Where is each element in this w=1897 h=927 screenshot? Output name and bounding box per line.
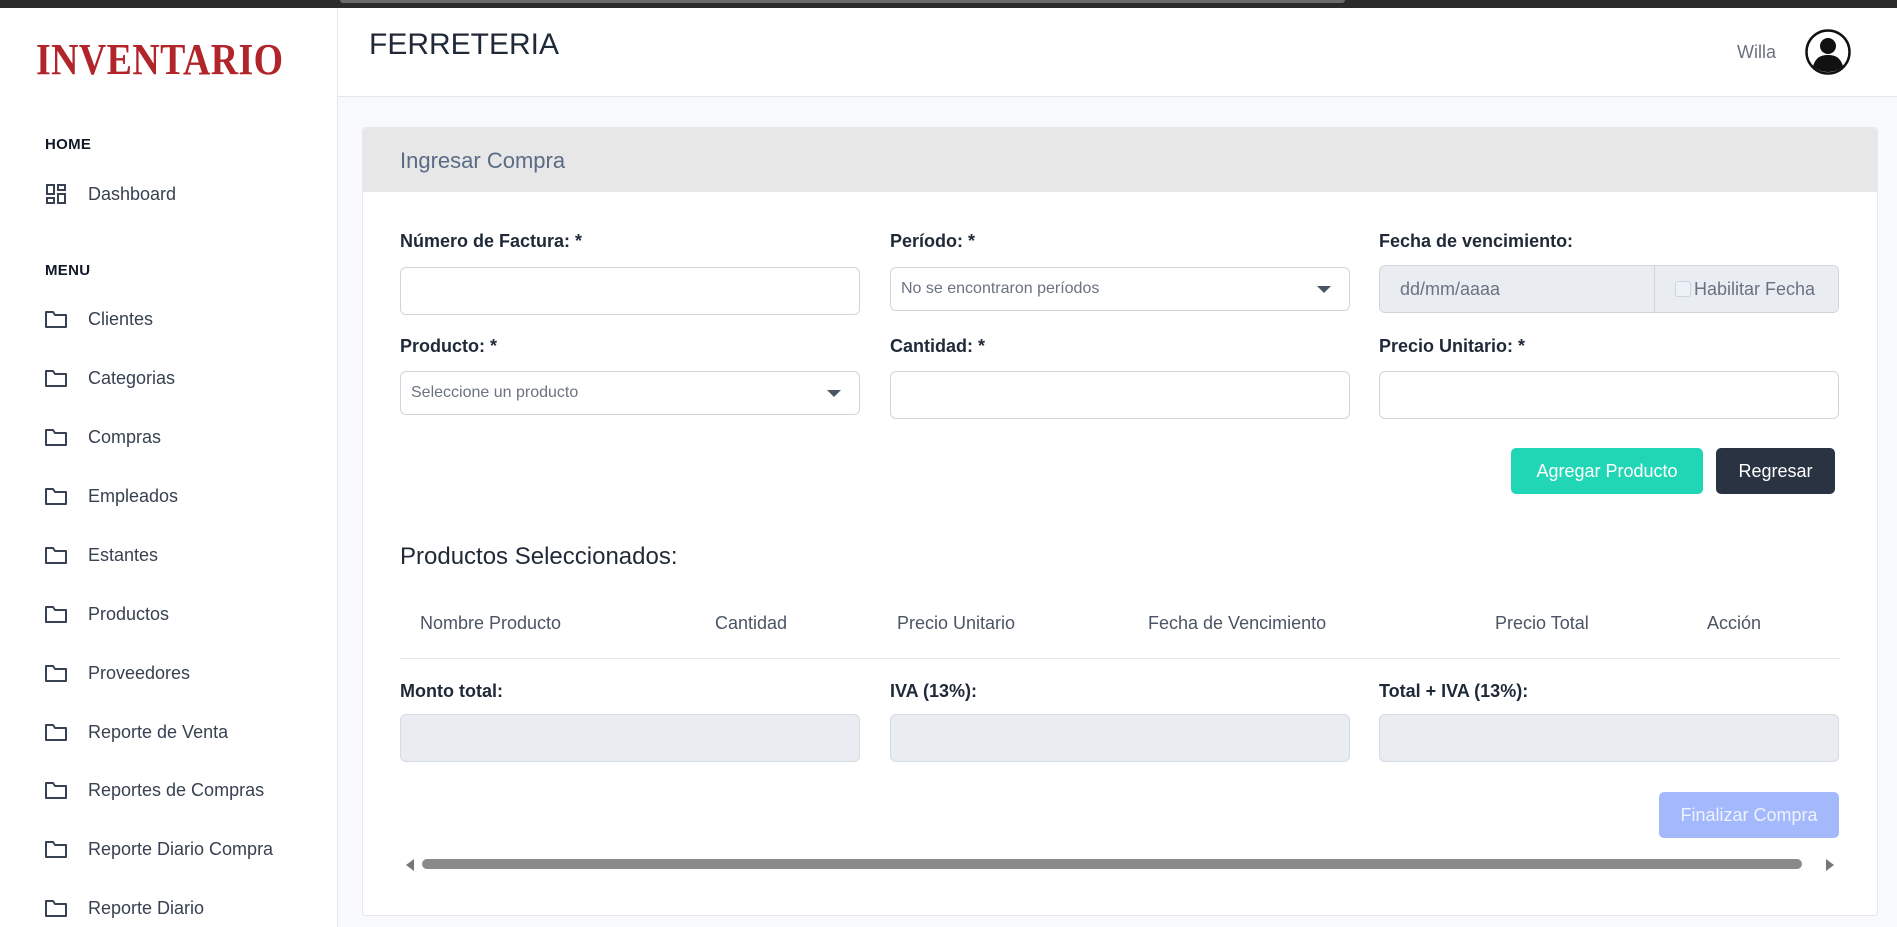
enable-date-toggle[interactable]: Habilitar Fecha [1655,266,1838,312]
user-name[interactable]: Willa [1737,42,1776,63]
folder-icon [44,426,68,448]
unit-price-label: Precio Unitario: * [1379,336,1526,356]
unit-price-input[interactable] [1379,371,1839,419]
column-header-total-price: Precio Total [1495,613,1589,633]
invoice-number-label: Número de Factura: * [400,231,583,251]
sidebar-section-menu: MENU [45,262,91,279]
quantity-input[interactable] [890,371,1350,419]
expiry-date-input[interactable]: dd/mm/aaaa [1380,266,1655,312]
period-label: Período: * [890,231,976,251]
window-top-bar-highlight [340,0,1345,3]
folder-icon [44,485,68,507]
sidebar-item-label: Categorias [88,367,176,388]
folder-icon [44,544,68,566]
column-header-quantity: Cantidad [715,613,788,633]
chevron-down-icon [1317,285,1331,293]
folder-icon [44,897,68,919]
card-header: Ingresar Compra [363,128,1877,192]
table-header-divider [400,658,1840,659]
total-with-iva-field [1379,714,1839,762]
window-top-bar [0,0,1897,8]
scrollbar-thumb[interactable] [422,859,1802,869]
finish-purchase-button[interactable]: Finalizar Compra [1659,792,1839,838]
sidebar-item-label: Dashboard [88,183,177,204]
sidebar-item-reporte-diario-compra[interactable]: Reporte Diario Compra [44,831,314,867]
sidebar: INVENTARIO HOME Dashboard MENU Clientes … [0,8,338,927]
column-header-action: Acción [1707,613,1762,633]
sidebar-item-categorias[interactable]: Categorias [44,360,314,396]
back-button[interactable]: Regresar [1716,448,1835,494]
avatar[interactable] [1805,29,1851,75]
add-product-button[interactable]: Agregar Producto [1511,448,1703,494]
sidebar-item-proveedores[interactable]: Proveedores [44,655,314,691]
folder-icon [44,779,68,801]
sidebar-item-label: Empleados [88,485,179,506]
product-selected-value: Seleccione un producto [411,384,579,401]
period-select[interactable]: No se encontraron períodos [890,267,1350,311]
folder-icon [44,367,68,389]
total-amount-field [400,714,860,762]
expiry-date-label: Fecha de vencimiento: [1379,231,1574,251]
sidebar-item-label: Reporte Diario Compra [88,838,274,859]
chevron-down-icon [827,389,841,397]
column-header-unit-price: Precio Unitario [897,613,1016,633]
sidebar-item-label: Reportes de Compras [88,779,265,800]
iva-label: IVA (13%): [890,681,978,701]
sidebar-item-label: Proveedores [88,662,191,683]
sidebar-item-label: Estantes [88,544,159,565]
folder-icon [44,603,68,625]
total-amount-label: Monto total: [400,681,503,701]
sidebar-item-reportes-de-compras[interactable]: Reportes de Compras [44,772,314,808]
folder-icon [44,308,68,330]
period-selected-value: No se encontraron períodos [901,280,1100,297]
enable-date-checkbox[interactable] [1675,281,1691,297]
sidebar-item-clientes[interactable]: Clientes [44,301,314,337]
sidebar-item-label: Clientes [88,308,154,329]
scroll-right-icon[interactable] [1826,859,1834,871]
app-logo[interactable]: INVENTARIO [36,34,283,85]
column-header-product-name: Nombre Producto [420,613,562,633]
top-header: FERRETERIA Willa [338,8,1897,97]
product-select[interactable]: Seleccione un producto [400,371,860,415]
sidebar-item-reporte-diario[interactable]: Reporte Diario [44,890,314,926]
invoice-number-input[interactable] [400,267,860,315]
expiry-date-group: dd/mm/aaaa Habilitar Fecha [1379,265,1839,313]
quantity-label: Cantidad: * [890,336,986,356]
column-header-expiry-date: Fecha de Vencimiento [1148,613,1327,633]
sidebar-item-label: Reporte de Venta [88,721,229,742]
sidebar-item-label: Reporte Diario [88,897,205,918]
dashboard-icon [44,183,68,205]
sidebar-item-label: Compras [88,426,162,447]
sidebar-item-empleados[interactable]: Empleados [44,478,314,514]
sidebar-item-label: Productos [88,603,170,624]
sidebar-item-estantes[interactable]: Estantes [44,537,314,573]
sidebar-item-reporte-de-venta[interactable]: Reporte de Venta [44,714,314,750]
sidebar-item-compras[interactable]: Compras [44,419,314,455]
purchase-card: Ingresar Compra Número de Factura: * Per… [362,127,1878,916]
page-title: FERRETERIA [369,28,560,61]
horizontal-scrollbar[interactable] [400,855,1840,873]
sidebar-item-productos[interactable]: Productos [44,596,314,632]
scroll-left-icon[interactable] [406,859,414,871]
iva-field [890,714,1350,762]
card-title: Ingresar Compra [400,148,566,173]
enable-date-label: Habilitar Fecha [1694,278,1816,299]
sidebar-section-home: HOME [45,136,92,153]
folder-icon [44,662,68,684]
product-label: Producto: * [400,336,497,356]
total-with-iva-label: Total + IVA (13%): [1379,681,1529,701]
selected-products-title: Productos Seleccionados: [400,543,678,570]
sidebar-item-dashboard[interactable]: Dashboard [44,176,314,212]
folder-icon [44,721,68,743]
folder-icon [44,838,68,860]
